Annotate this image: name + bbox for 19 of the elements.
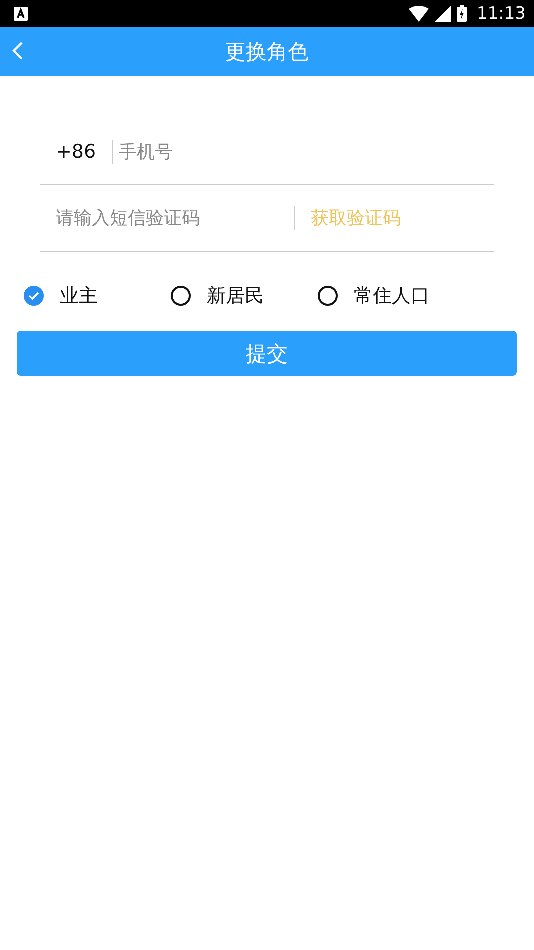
submit-button[interactable]: 提交	[17, 331, 517, 376]
battery-icon	[457, 5, 467, 22]
check-icon	[28, 291, 40, 301]
notification-icon	[14, 6, 28, 20]
code-input[interactable]: 请输入短信验证码	[40, 206, 286, 230]
radio-button[interactable]	[171, 286, 191, 306]
page-title: 更换角色	[225, 38, 309, 66]
role-label: 新居民	[207, 284, 264, 309]
radio-button[interactable]	[318, 286, 338, 306]
radio-button[interactable]	[24, 286, 44, 306]
wifi-icon	[409, 6, 429, 22]
status-time: 11:13	[477, 4, 526, 24]
country-code[interactable]: +86	[40, 141, 112, 163]
get-code-link[interactable]: 获取验证码	[294, 206, 401, 230]
signal-icon	[435, 6, 451, 22]
role-label: 业主	[60, 284, 98, 309]
back-button[interactable]	[12, 41, 24, 61]
phone-input[interactable]: 手机号	[112, 140, 494, 164]
role-label: 常住人口	[354, 284, 430, 309]
